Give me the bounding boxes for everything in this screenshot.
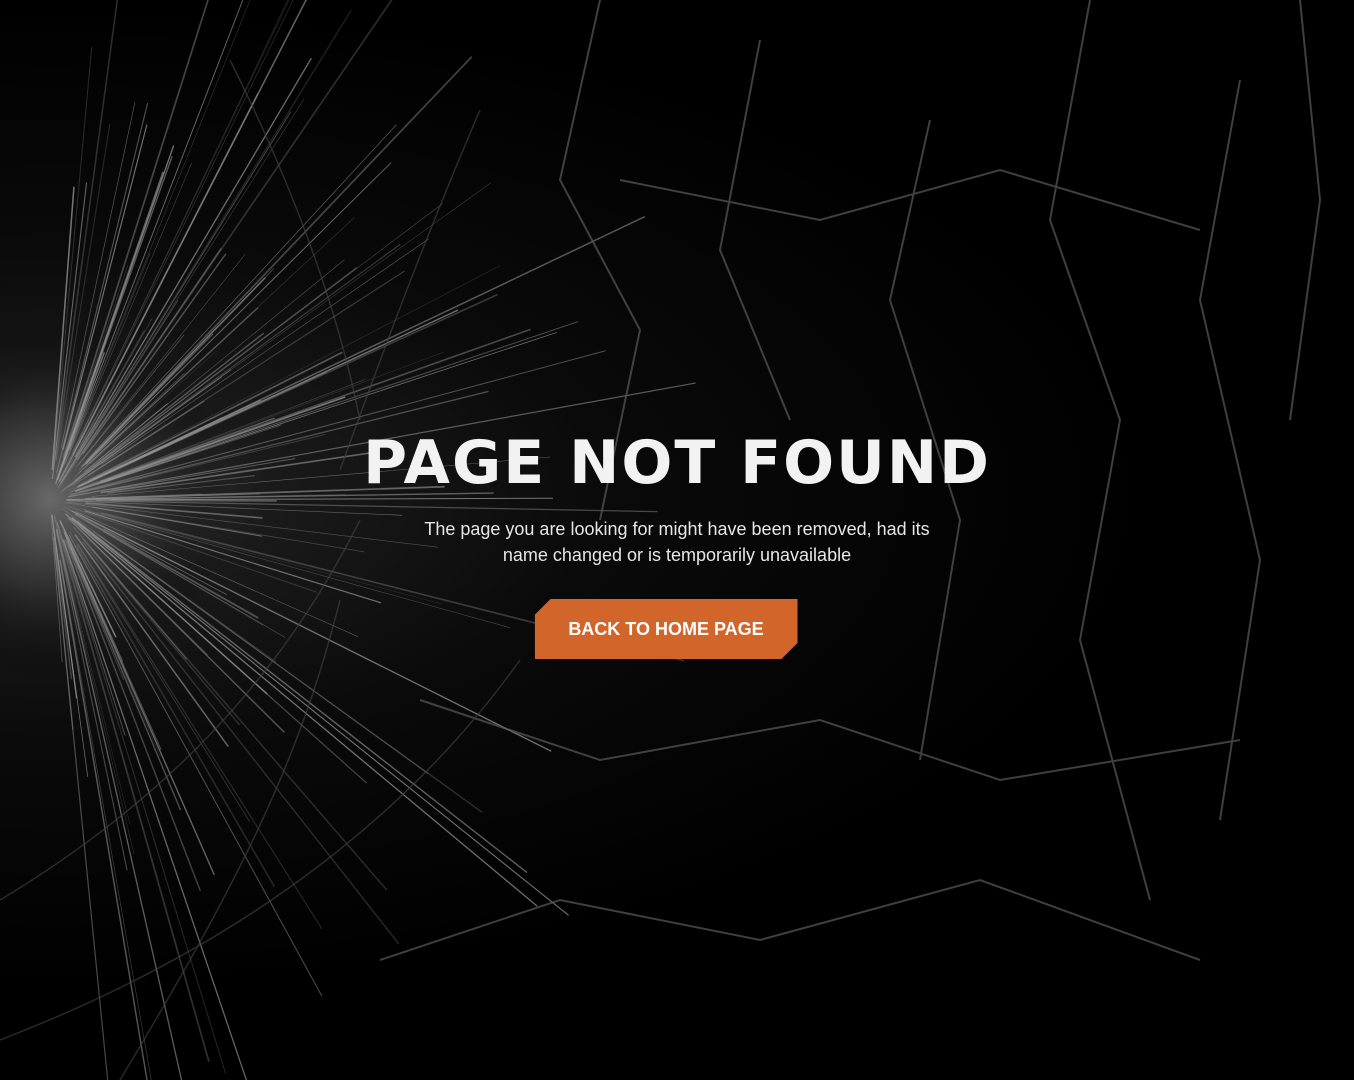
error-content: PAGE NOT FOUND The page you are looking … <box>0 428 1354 659</box>
glass-crack <box>81 56 473 468</box>
page-title: PAGE NOT FOUND <box>363 428 991 498</box>
back-to-home-button[interactable]: BACK TO HOME PAGE <box>535 599 798 659</box>
button-container: BACK TO HOME PAGE <box>0 599 1354 659</box>
error-message: The page you are looking for might have … <box>424 519 930 565</box>
error-page: PAGE NOT FOUND The page you are looking … <box>0 0 1354 1080</box>
glass-crack <box>85 162 392 465</box>
